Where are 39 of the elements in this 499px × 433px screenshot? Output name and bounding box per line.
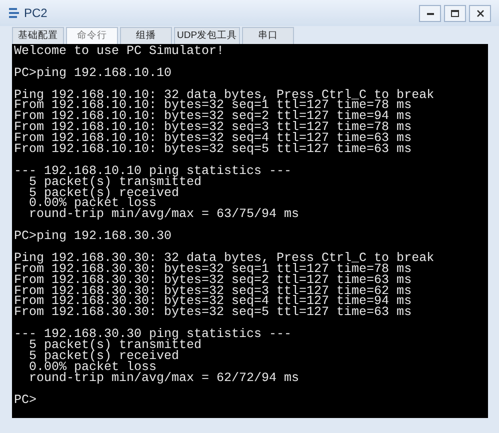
close-icon <box>476 10 484 16</box>
maximize-button[interactable] <box>444 4 466 22</box>
terminal-line: From 192.168.30.30: bytes=32 seq=4 ttl=127 time=94 ms <box>14 296 412 308</box>
terminal-line: 5 packet(s) transmitted <box>28 176 202 188</box>
terminal-line: From 192.168.10.10: bytes=32 seq=5 ttl=127 time=63 ms <box>14 144 412 155</box>
terminal-line: From 192.168.30.30: bytes=32 seq=1 ttl=127 time=78 ms <box>14 264 412 275</box>
terminal-line: PC>ping 192.168.30.30 <box>14 231 172 242</box>
terminal-line: From 192.168.30.30: bytes=32 seq=5 ttl=127 time=63 ms <box>14 307 412 318</box>
terminal-line: 0.00% packet loss <box>28 198 157 210</box>
terminal-line: From 192.168.10.10: bytes=32 seq=4 ttl=127 time=63 ms <box>14 133 412 144</box>
terminal-line: PC> <box>14 394 37 406</box>
terminal-line: From 192.168.30.30: bytes=32 seq=2 ttl=127 time=63 ms <box>14 274 412 286</box>
tab[interactable]: 串口 <box>242 27 294 44</box>
terminal-line: From 192.168.10.10: bytes=32 seq=1 ttl=127 time=78 ms <box>14 100 412 112</box>
terminal-line: round-trip min/avg/max = 63/75/94 ms <box>28 209 300 220</box>
terminal-line: From 192.168.10.10: bytes=32 seq=3 ttl=127 time=78 ms <box>14 122 412 134</box>
terminal-line: Welcome to use PC Simulator! <box>14 46 224 57</box>
tab[interactable]: 命令行 <box>66 27 118 44</box>
terminal-line: 5 packet(s) received <box>28 350 180 362</box>
terminal-line: --- 192.168.30.30 ping statistics --- <box>14 329 292 340</box>
tab[interactable]: 基础配置 <box>12 27 64 44</box>
terminal-line: round-trip min/avg/max = 62/72/94 ms <box>28 372 300 384</box>
tab[interactable]: 组播 <box>120 27 172 44</box>
tab[interactable]: UDP发包工具 <box>174 27 240 44</box>
terminal-line: Ping 192.168.30.30: 32 data bytes, Press Ctrl_C to break <box>14 252 434 264</box>
maximize-icon <box>451 10 459 16</box>
minimize-icon <box>426 12 434 14</box>
terminal-line: --- 192.168.10.10 ping statistics --- <box>14 166 292 177</box>
terminal-line: From 192.168.10.10: bytes=32 seq=2 ttl=127 time=94 ms <box>14 111 412 122</box>
terminal-line: From 192.168.30.30: bytes=32 seq=3 ttl=127 time=62 ms <box>14 286 412 296</box>
window-title: PC2 <box>24 5 48 22</box>
terminal-line: 5 packet(s) transmitted <box>28 340 202 351</box>
terminal-line: Ping 192.168.10.10: 32 data bytes, Press Ctrl_C to break <box>14 90 434 100</box>
minimize-button[interactable] <box>419 4 441 22</box>
terminal-line: 5 packet(s) received <box>28 188 180 198</box>
network-icon <box>8 7 20 19</box>
terminal-line: 0.00% packet loss <box>28 362 157 373</box>
close-button[interactable] <box>469 4 491 22</box>
terminal-line: PC>ping 192.168.10.10 <box>14 68 172 79</box>
